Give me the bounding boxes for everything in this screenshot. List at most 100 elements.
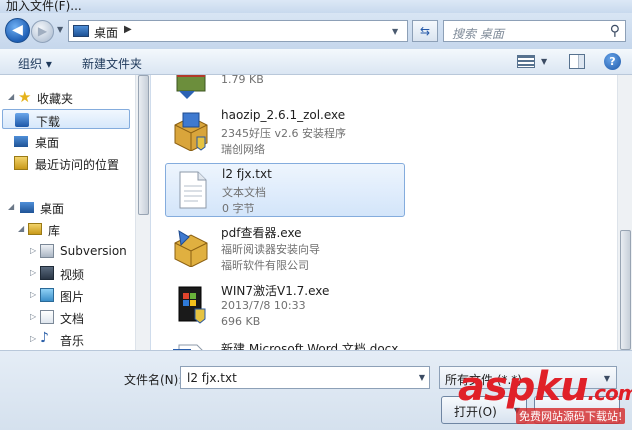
- search-icon[interactable]: ⚲: [610, 23, 620, 39]
- sidebar-item-downloads[interactable]: 下载: [2, 109, 130, 129]
- new-folder-button[interactable]: 新建文件夹: [82, 55, 142, 72]
- expand-arrow-icon[interactable]: ▷: [30, 268, 36, 277]
- file-detail: 1.79 KB: [221, 75, 264, 86]
- view-dropdown-icon[interactable]: ▼: [541, 57, 547, 66]
- list-item[interactable]: pdf查看器.exe 福昕阅读器安装向导 福昕软件有限公司: [165, 221, 405, 275]
- sidebar-item-videos[interactable]: ▷ 视频: [0, 263, 134, 283]
- sidebar-item-label: 音乐: [60, 334, 85, 348]
- breadcrumb-chevron-icon[interactable]: ▶: [124, 24, 132, 35]
- filename-field[interactable]: l2 fjx.txt ▼: [180, 366, 430, 389]
- favorites-group[interactable]: ◢ ★ 收藏夹: [0, 87, 134, 107]
- search-input[interactable]: 搜索 桌面: [452, 25, 504, 42]
- star-icon: ★: [18, 88, 32, 106]
- address-dropdown-icon[interactable]: ▼: [392, 27, 398, 36]
- library-label: 库: [48, 224, 61, 238]
- file-detail: 0 字节: [222, 202, 255, 215]
- navigation-pane-scrollbar[interactable]: [135, 75, 150, 350]
- window-title: 加入文件(F)...: [6, 0, 82, 13]
- chevron-down-icon[interactable]: ▼: [514, 406, 520, 415]
- organize-button[interactable]: 组织 ▾: [18, 55, 52, 72]
- address-location[interactable]: 桌面: [94, 24, 118, 41]
- installer-box-icon: [174, 230, 208, 267]
- recent-places-icon: [14, 156, 28, 170]
- desktop-icon: [20, 202, 34, 213]
- recent-pages-dropdown-icon[interactable]: ▼: [57, 25, 63, 34]
- scrollbar-thumb[interactable]: [620, 230, 631, 350]
- cancel-button[interactable]: [534, 396, 620, 424]
- desktop-group-label: 桌面: [40, 202, 65, 216]
- file-detail: 福昕阅读器安装向导: [221, 243, 320, 256]
- chevron-down-icon[interactable]: ▼: [604, 374, 610, 383]
- list-item[interactable]: 1.79 KB: [165, 75, 405, 107]
- preview-pane-icon[interactable]: [569, 54, 585, 69]
- list-item[interactable]: 新建 Microsoft Word 文档.docx: [165, 337, 405, 350]
- sidebar-item-label: 最近访问的位置: [35, 158, 120, 172]
- file-detail: 2013/7/8 10:33: [221, 299, 306, 312]
- sidebar-item-music[interactable]: ▷ ♪ 音乐: [0, 329, 134, 349]
- file-list: 1.79 KB haozip_2.6.1_zol.exe 2345好压 v2.6…: [151, 75, 617, 350]
- sidebar-item-subversion[interactable]: ▷ Subversion: [0, 241, 134, 261]
- collapse-arrow-icon[interactable]: ◢: [8, 202, 14, 211]
- refresh-icon: ⇆: [419, 24, 431, 38]
- picture-library-icon: [40, 288, 54, 302]
- list-item[interactable]: l2 fjx.txt 文本文档 0 字节: [165, 163, 405, 217]
- forward-button[interactable]: ▶: [31, 20, 54, 43]
- collapse-arrow-icon[interactable]: ◢: [18, 224, 24, 233]
- command-toolbar: 组织 ▾ 新建文件夹 ▼ ?: [0, 49, 632, 75]
- file-detail: 696 KB: [221, 315, 261, 328]
- file-list-scrollbar[interactable]: [617, 75, 632, 350]
- document-library-icon: [40, 310, 54, 324]
- expand-arrow-icon[interactable]: ▷: [30, 312, 36, 321]
- help-icon[interactable]: ?: [604, 53, 621, 70]
- word-document-icon: [173, 344, 203, 350]
- text-document-icon: [179, 171, 207, 209]
- sidebar-item-desktop[interactable]: 桌面: [0, 131, 134, 151]
- sidebar-item-label: 桌面: [35, 136, 60, 150]
- subversion-library-icon: [40, 244, 54, 258]
- sidebar-item-label: 下载: [36, 115, 61, 129]
- file-name: l2 fjx.txt: [222, 167, 272, 181]
- expand-arrow-icon[interactable]: ▷: [30, 246, 36, 255]
- open-button[interactable]: 打开(O) ▼: [441, 396, 527, 424]
- chevron-down-icon[interactable]: ▼: [419, 373, 425, 382]
- file-detail: 福昕软件有限公司: [221, 259, 309, 272]
- file-detail: 文本文档: [222, 186, 266, 199]
- expand-arrow-icon[interactable]: ▷: [30, 334, 36, 343]
- file-name: WIN7激活V1.7.exe: [221, 284, 330, 298]
- back-button[interactable]: ◀: [5, 18, 30, 43]
- filetype-value: 所有文件 (*.*): [445, 373, 522, 387]
- installer-box-icon: [174, 112, 208, 151]
- title-bar: 加入文件(F)...: [0, 0, 632, 13]
- file-detail: 瑞创网络: [221, 143, 265, 156]
- view-options-icon[interactable]: [517, 55, 535, 68]
- dialog-footer: 文件名(N): l2 fjx.txt ▼ 所有文件 (*.*) ▼ 打开(O) …: [0, 350, 632, 430]
- file-name: haozip_2.6.1_zol.exe: [221, 108, 346, 122]
- library-group[interactable]: ◢ 库: [0, 219, 134, 239]
- navigation-bar: ◀ ▶ ▼ 桌面 ▶ ▼ ⇆ 搜索 桌面 ⚲: [0, 13, 632, 49]
- desktop-icon: [14, 136, 28, 147]
- sidebar-item-pictures[interactable]: ▷ 图片: [0, 285, 134, 305]
- collapse-arrow-icon[interactable]: ◢: [8, 92, 14, 101]
- filename-input[interactable]: l2 fjx.txt: [187, 371, 237, 385]
- address-bar[interactable]: 桌面 ▶: [68, 20, 408, 42]
- sidebar-item-label: 视频: [60, 268, 85, 282]
- filetype-select[interactable]: 所有文件 (*.*) ▼: [439, 366, 617, 389]
- sidebar-item-recent-places[interactable]: 最近访问的位置: [0, 153, 149, 173]
- desktop-icon: [73, 25, 89, 37]
- expand-arrow-icon[interactable]: ▷: [30, 290, 36, 299]
- music-note-icon: ♪: [40, 330, 49, 346]
- archive-icon: [176, 75, 206, 99]
- file-name: pdf查看器.exe: [221, 226, 302, 240]
- list-item[interactable]: haozip_2.6.1_zol.exe 2345好压 v2.6 安装程序 瑞创…: [165, 105, 405, 159]
- scrollbar-thumb[interactable]: [138, 75, 149, 215]
- navigation-pane: ◢ ★ 收藏夹 下载 桌面 最近访问的位置 ◢ 桌面 ◢ 库 ▷ Subvers…: [0, 75, 150, 350]
- filename-label: 文件名(N):: [124, 373, 183, 387]
- search-box[interactable]: 搜索 桌面 ⚲: [443, 20, 626, 42]
- list-item[interactable]: WIN7激活V1.7.exe 2013/7/8 10:33 696 KB: [165, 279, 405, 333]
- open-button-label: 打开(O): [454, 405, 497, 419]
- file-detail: 2345好压 v2.6 安装程序: [221, 127, 346, 140]
- desktop-group[interactable]: ◢ 桌面: [0, 197, 134, 217]
- refresh-button[interactable]: ⇆: [412, 20, 438, 42]
- file-name: 新建 Microsoft Word 文档.docx: [221, 342, 399, 350]
- sidebar-item-documents[interactable]: ▷ 文档: [0, 307, 134, 327]
